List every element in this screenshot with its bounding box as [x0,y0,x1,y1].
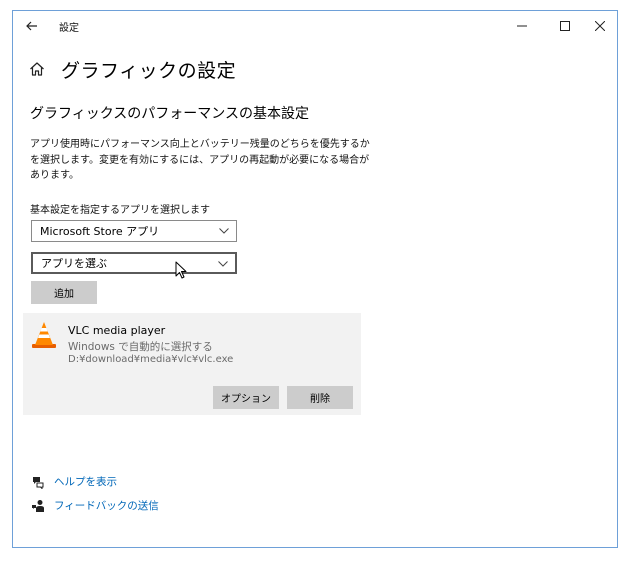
home-icon[interactable] [29,59,49,79]
app-type-dropdown[interactable]: Microsoft Store アプリ [31,220,237,242]
maximize-button[interactable] [546,11,584,41]
app-name: VLC media player [68,324,166,337]
section-title: グラフィックスのパフォーマンスの基本設定 [30,106,310,122]
title-bar: 設定 [13,11,617,41]
feedback-link-label: フィードバックの送信 [54,500,159,512]
app-select-label: 基本設定を指定するアプリを選択します [30,205,210,216]
app-pick-value: アプリを選ぶ [41,257,107,270]
app-gpu-mode: Windows で自動的に選択する [68,341,213,353]
mouse-cursor-icon [175,261,187,279]
add-button[interactable]: 追加 [31,281,97,304]
section-description: アプリ使用時にパフォーマンス向上とバッテリー残量のどちらを優先するかを選択します… [30,139,370,181]
back-arrow-icon [26,21,37,31]
maximize-icon [560,21,570,31]
minimize-button[interactable] [503,11,541,41]
feedback-link[interactable]: フィードバックの送信 [31,498,159,513]
options-button[interactable]: オプション [213,386,279,409]
page-header: グラフィックの設定 [29,55,236,83]
back-button[interactable] [17,14,47,38]
chevron-down-icon [219,226,229,236]
app-type-value: Microsoft Store アプリ [40,225,160,238]
remove-button[interactable]: 削除 [287,386,353,409]
help-chat-icon [31,475,45,489]
app-entry-card[interactable]: VLC media player Windows で自動的に選択する D:¥do… [23,313,361,415]
settings-window: 設定 グラフィックの設定 グラフィックスのパフォーマンスの基本設定 アプリ使用時… [12,10,618,548]
minimize-icon [517,25,527,27]
vlc-icon [32,322,56,348]
close-icon [595,21,605,31]
chevron-down-icon [218,259,228,269]
help-link[interactable]: ヘルプを表示 [31,474,117,489]
window-title: 設定 [59,23,79,34]
feedback-icon [31,499,45,513]
app-pick-dropdown[interactable]: アプリを選ぶ [31,252,237,274]
page-title: グラフィックの設定 [61,59,237,82]
close-button[interactable] [581,11,617,41]
help-link-label: ヘルプを表示 [54,476,117,488]
app-path: D:¥download¥media¥vlc¥vlc.exe [68,354,234,365]
